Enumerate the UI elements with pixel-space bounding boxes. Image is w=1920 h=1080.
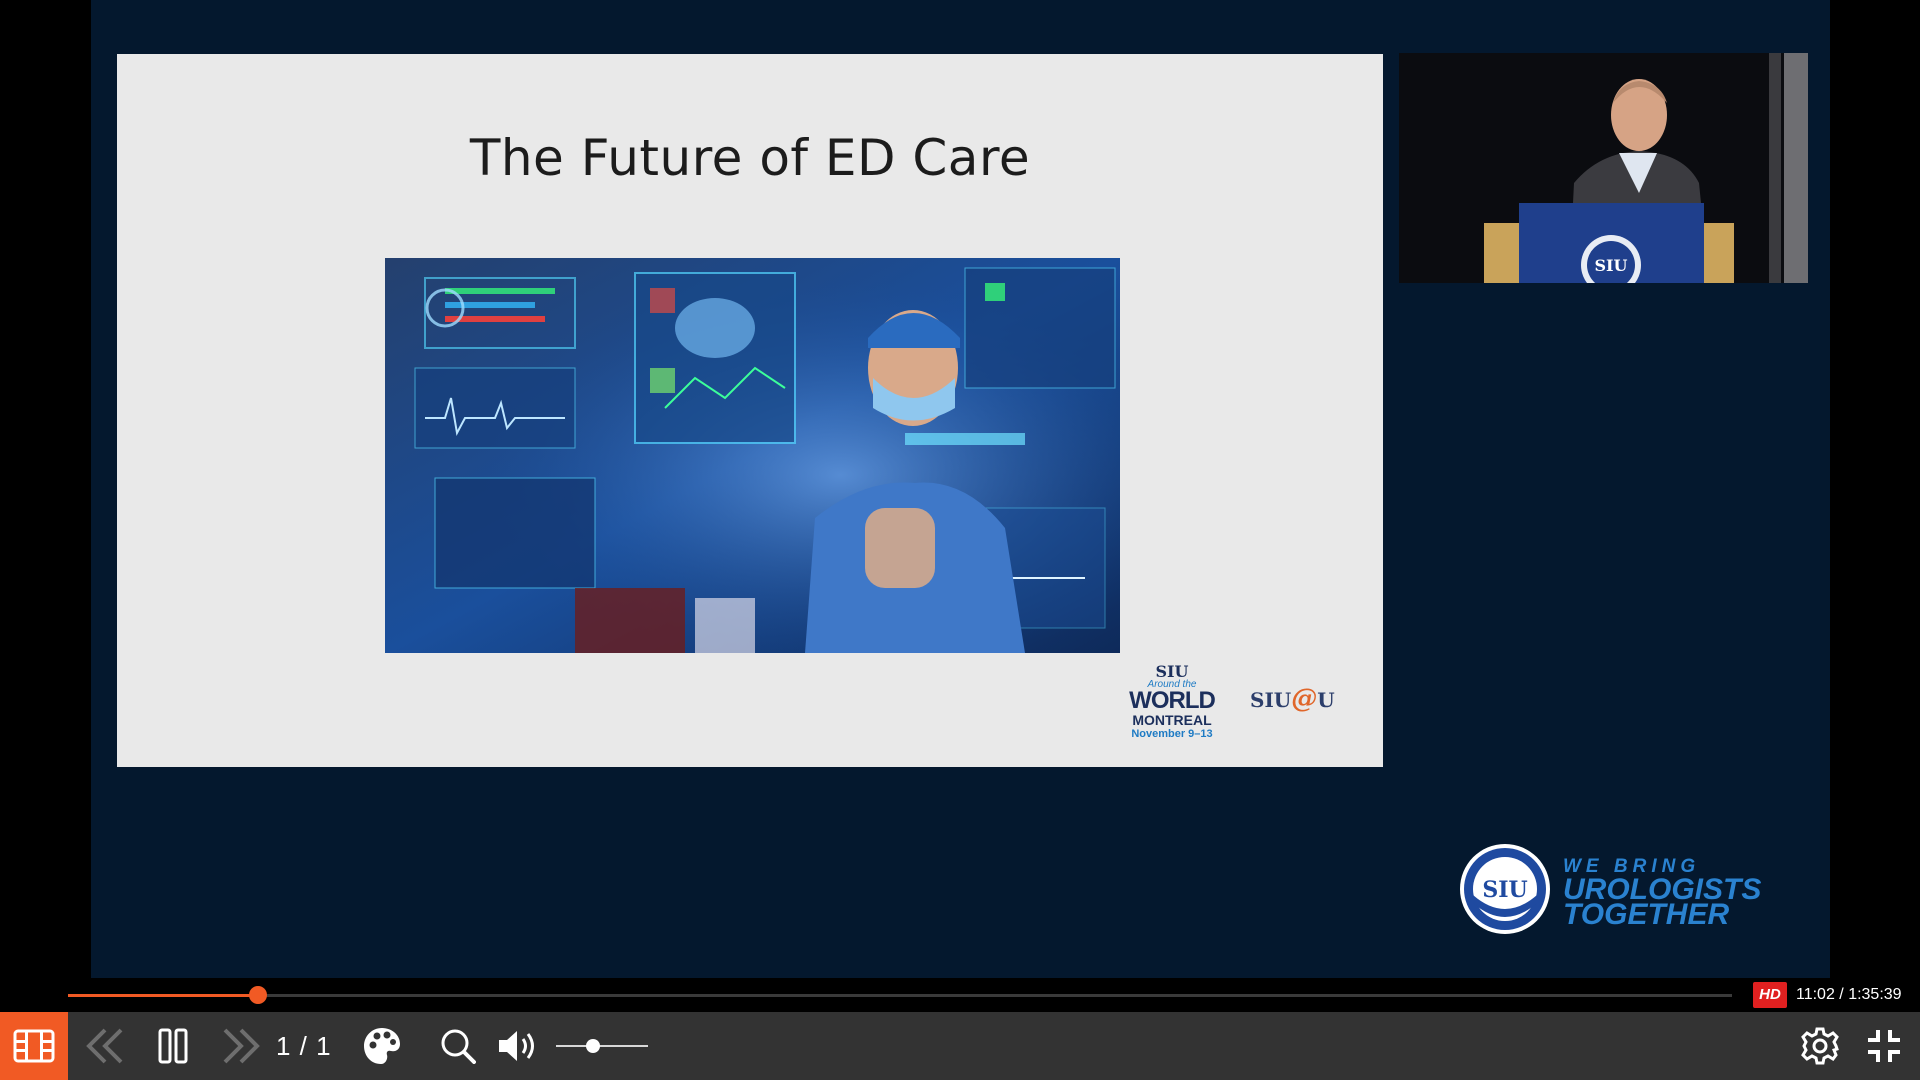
- next-slide-button[interactable]: [216, 1012, 266, 1080]
- theme-button[interactable]: [356, 1012, 408, 1080]
- svg-text:SIU: SIU: [1482, 877, 1527, 903]
- volume-thumb[interactable]: [585, 1039, 600, 1053]
- video-player: The Future of ED Care SIU Around the WOR…: [0, 0, 1920, 1080]
- gear-icon: [1801, 1027, 1839, 1065]
- siu-tagline: WE BRING UROLOGISTS TOGETHER: [1563, 856, 1762, 931]
- volume-button[interactable]: [492, 1012, 546, 1080]
- hd-quality-badge[interactable]: HD: [1753, 982, 1787, 1008]
- volume-slider[interactable]: [556, 1012, 648, 1080]
- double-chevron-left-icon: [86, 1028, 123, 1064]
- pause-icon: [158, 1028, 188, 1064]
- exit-fullscreen-icon: [1868, 1030, 1900, 1062]
- palette-icon: [364, 1028, 400, 1064]
- pause-button[interactable]: [148, 1012, 198, 1080]
- slide-photo-surgeon-hud: [385, 258, 1120, 653]
- siu-around-the-world-logo: SIU Around the WORLD MONTREAL November 9…: [1129, 662, 1216, 741]
- seek-bar-played: [68, 994, 258, 997]
- volume-track[interactable]: [556, 1045, 648, 1047]
- slides-icon: [13, 1029, 55, 1063]
- slide-page-counter: 1 / 1: [276, 1031, 332, 1061]
- svg-text:SIU: SIU: [1595, 256, 1628, 275]
- seek-bar-thumb[interactable]: [248, 986, 267, 1004]
- siu-seal-logo: SIU: [1460, 844, 1550, 934]
- control-bar: 1 / 1: [0, 1012, 1920, 1080]
- speaker-icon: [499, 1031, 534, 1061]
- presentation-slide: The Future of ED Care SIU Around the WOR…: [117, 54, 1383, 767]
- speaker-camera-feed: SIU: [1399, 53, 1808, 283]
- magnifier-icon: [441, 1029, 476, 1064]
- previous-slide-button[interactable]: [80, 1012, 130, 1080]
- siu-at-u-logo: SIU@U: [1250, 684, 1335, 714]
- seek-bar-area: HD 11:02 / 1:35:39: [0, 978, 1920, 1012]
- slides-toggle-button[interactable]: [0, 1012, 68, 1080]
- exit-fullscreen-button[interactable]: [1858, 1012, 1910, 1080]
- seek-bar[interactable]: [68, 986, 1732, 1004]
- slide-title: The Future of ED Care: [469, 129, 1031, 187]
- time-readout: 11:02 / 1:35:39: [1796, 986, 1902, 1003]
- settings-button[interactable]: [1794, 1012, 1846, 1080]
- double-chevron-right-icon: [223, 1028, 260, 1064]
- video-frame[interactable]: The Future of ED Care SIU Around the WOR…: [91, 0, 1830, 978]
- zoom-button[interactable]: [432, 1012, 484, 1080]
